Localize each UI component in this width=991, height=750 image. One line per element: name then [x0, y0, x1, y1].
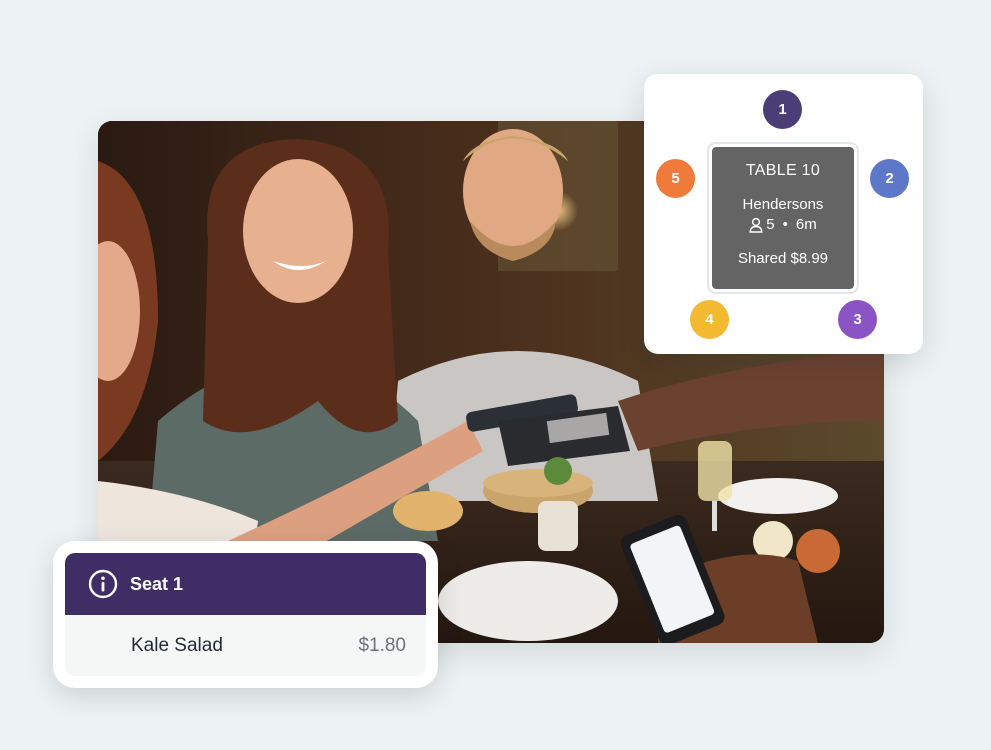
info-icon — [88, 569, 118, 599]
item-name: Kale Salad — [131, 634, 223, 656]
person-icon — [749, 217, 763, 233]
seat-4-marker[interactable]: 4 — [690, 300, 729, 339]
party-name: Hendersons — [742, 196, 824, 213]
seat-2-marker[interactable]: 2 — [870, 159, 909, 198]
seat-header[interactable]: Seat 1 — [65, 553, 426, 615]
table-duration: 6m — [795, 216, 817, 233]
seat-5-marker[interactable]: 5 — [656, 159, 695, 198]
shared-total: Shared $8.99 — [737, 250, 829, 267]
order-item-row[interactable]: Kale Salad $1.80 — [65, 615, 426, 676]
seat-card: Seat 1 Kale Salad $1.80 — [53, 541, 438, 688]
table-meta: 5 • 6m — [712, 216, 854, 233]
seat-1-marker[interactable]: 1 — [763, 90, 802, 129]
table-card: 1 2 3 4 5 TABLE 10 Hendersons 5 • 6m Sha… — [644, 74, 923, 354]
table-10-box[interactable]: TABLE 10 Hendersons 5 • 6m Shared $8.99 — [709, 144, 857, 292]
seat-title: Seat 1 — [130, 573, 184, 594]
item-price: $1.80 — [358, 634, 406, 656]
guest-count: 5 — [766, 216, 775, 233]
table-label: TABLE 10 — [745, 162, 821, 179]
meta-separator: • — [782, 216, 788, 233]
seat-3-marker[interactable]: 3 — [838, 300, 877, 339]
